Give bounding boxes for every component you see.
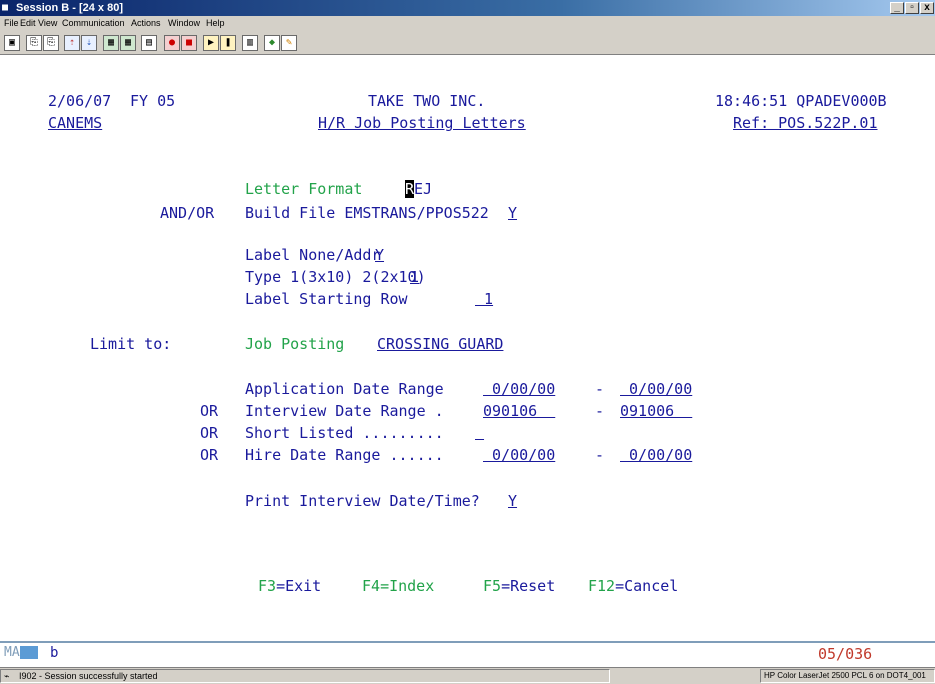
f4-key-label: F4 [362,577,381,595]
letter-format-value: EJ [414,180,433,198]
build-file-label: Build File EMSTRANS/PPOS522 [245,204,489,222]
limit-to-label: Limit to: [90,335,172,353]
input-inhibit-indicator [20,646,38,659]
header-fiscal-year: FY 05 [130,92,176,110]
menu-communication[interactable]: Communication [62,18,125,28]
hire-date-to-field[interactable]: 0/00/00 [620,446,692,464]
label-none-field[interactable]: Y [375,246,384,264]
interview-date-dash: - [595,402,605,420]
label-type-label: Type 1(3x10) 2(2x10) [245,268,426,286]
f5-key-text: =Reset [501,577,556,595]
color-map-icon[interactable]: ◆ [264,35,280,51]
printer-pane: HP Color LaserJet 2500 PCL 6 on DOT4_001 [760,669,935,683]
label-row-label: Label Starting Row [245,290,408,308]
menu-help[interactable]: Help [206,18,225,28]
play-macro-icon[interactable]: ▶ [203,35,219,51]
printer-name: HP Color LaserJet 2500 PCL 6 on DOT4_001 [764,671,926,680]
f5-key-label: F5 [483,577,502,595]
hire-date-dash: - [595,446,605,464]
andor-label: AND/OR [160,204,215,222]
interview-date-label: Interview Date Range . [245,402,444,420]
f5-reset-key[interactable]: F5=Reset [483,577,555,595]
record-macro-icon[interactable]: ● [164,35,180,51]
oia-b-indicator: b [50,645,59,661]
receive-file-icon[interactable]: ⇣ [81,35,97,51]
stop-macro-icon[interactable]: ■ [181,35,197,51]
or-label: OR [200,424,219,442]
hire-date-from-field[interactable]: 0/00/00 [483,446,555,464]
title-bar: ■ Session B - [24 x 80] _ ▫ x [0,0,935,16]
header-date: 2/06/07 [48,92,112,110]
header-user: CANEMS [48,114,103,132]
operator-info-area: MA b 05/036 [0,643,935,667]
menu-edit[interactable]: Edit [20,18,36,28]
f4-key-text: =Index [380,577,435,595]
clipboard-icon[interactable]: ▥ [242,35,258,51]
display-icon[interactable]: ▦ [103,35,119,51]
build-file-field[interactable]: Y [508,204,517,222]
label-row-field[interactable]: 1 [475,290,493,308]
short-listed-label: Short Listed ......... [245,424,444,442]
paste-icon[interactable]: ⎘ [43,35,59,51]
f3-key-label: F3 [258,577,277,595]
f3-key-text: =Exit [276,577,322,595]
f3-exit-key[interactable]: F3=Exit [258,577,321,595]
app-date-from-field[interactable]: 0/00/00 [483,380,555,398]
short-listed-field[interactable] [475,424,484,442]
menu-actions[interactable]: Actions [131,18,161,28]
close-button[interactable]: x [920,2,934,14]
minimize-button[interactable]: _ [890,2,904,14]
cursor-position: 05/036 [818,645,873,663]
print-screen-icon[interactable]: ▣ [4,35,20,51]
menu-view[interactable]: View [38,18,57,28]
macro-icon[interactable]: ▤ [141,35,157,51]
interview-date-to-field[interactable]: 091006 [620,402,692,420]
text-cursor: R [405,180,415,198]
maximize-button[interactable]: ▫ [905,2,919,14]
menu-window[interactable]: Window [168,18,200,28]
edit-icon[interactable]: ✎ [281,35,297,51]
print-interview-field[interactable]: Y [508,492,517,510]
status-bar: ⌁ I902 - Session successfully started HP… [0,667,935,684]
pause-macro-icon[interactable]: ❚ [220,35,236,51]
interview-date-from-field[interactable]: 090106 [483,402,555,420]
or-label: OR [200,402,219,420]
session-icon: ⌁ [4,671,10,681]
status-message: I902 - Session successfully started [19,671,158,681]
header-company: TAKE TWO INC. [368,92,486,110]
send-file-icon[interactable]: ⇡ [64,35,80,51]
job-posting-label: Job Posting [245,335,345,353]
f4-index-key[interactable]: F4=Index [362,577,434,595]
toolbar: ▣ ⎘ ⎘ ⇡ ⇣ ▦ ▦ ▤ ● ■ ▶ ❚ ▥ ◆ ✎ [0,32,935,55]
f12-cancel-key[interactable]: F12=Cancel [588,577,678,595]
keypad-icon[interactable]: ▦ [120,35,136,51]
app-date-dash: - [595,380,605,398]
header-time-system: 18:46:51 QPADEV000B [715,92,887,110]
or-label: OR [200,446,219,464]
print-interview-label: Print Interview Date/Time? [245,492,480,510]
hire-date-label: Hire Date Range ...... [245,446,444,464]
status-message-pane: ⌁ I902 - Session successfully started [0,669,610,683]
letter-format-field[interactable]: REJ [405,180,432,198]
menu-bar: File Edit View Communication Actions Win… [0,16,935,32]
app-icon: ■ [2,2,9,13]
copy-icon[interactable]: ⎘ [26,35,42,51]
label-type-field[interactable]: 1 [410,268,419,286]
job-posting-field[interactable]: CROSSING GUARD [377,335,503,353]
label-none-label: Label None/Addr [245,246,381,264]
screen-title: H/R Job Posting Letters [318,114,526,132]
app-date-to-field[interactable]: 0/00/00 [620,380,692,398]
app-date-label: Application Date Range [245,380,444,398]
terminal-screen[interactable]: 2/06/07 FY 05 TAKE TWO INC. 18:46:51 QPA… [0,55,935,640]
f12-key-text: =Cancel [615,577,679,595]
letter-format-label: Letter Format [245,180,363,198]
f12-key-label: F12 [588,577,616,595]
header-ref: Ref: POS.522P.01 [733,114,878,132]
window-title: Session B - [24 x 80] [16,2,123,14]
menu-file[interactable]: File [4,18,19,28]
ma-indicator: MA [4,645,20,660]
